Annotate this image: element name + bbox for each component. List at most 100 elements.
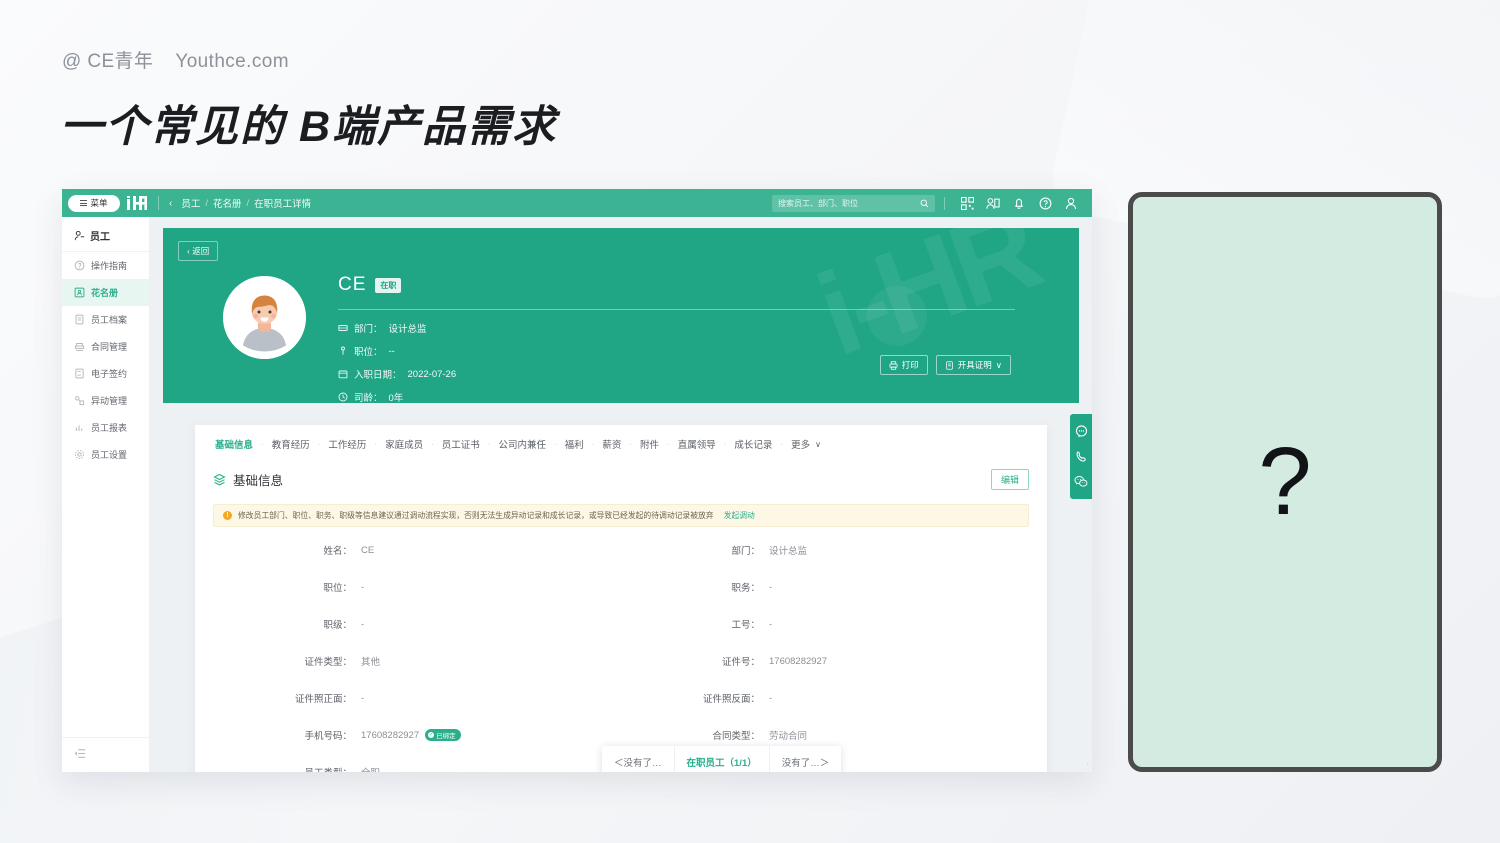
- field-label: 证件照正面：: [294, 694, 352, 705]
- breadcrumb-separator: /: [205, 197, 208, 209]
- sidebar-item-label: 合同管理: [91, 342, 128, 352]
- qrcode-icon[interactable]: [954, 196, 980, 210]
- site-url: Youthce.com: [175, 51, 289, 72]
- tab-基础信息[interactable]: 基础信息: [213, 437, 255, 451]
- pagination-prev[interactable]: ＜没有了…: [602, 746, 674, 772]
- detail-tabs: 基础信息 · 教育经历 · 工作经历 · 家庭成员 · 员工证书 · 公司内兼任…: [195, 425, 1047, 461]
- sidebar-item-label: 操作指南: [91, 261, 128, 271]
- calendar-icon: [338, 370, 348, 379]
- meta-value: 设计总监: [388, 324, 427, 335]
- tab-separator: ·: [431, 439, 434, 449]
- help-circle-icon[interactable]: [1032, 197, 1058, 210]
- sidebar-item-员工设置[interactable]: 员工设置: [62, 441, 149, 468]
- back-chevron-icon[interactable]: ‹: [169, 198, 172, 209]
- sidebar-item-员工档案[interactable]: 员工档案: [62, 306, 149, 333]
- initiate-transfer-link[interactable]: 发起调动: [724, 510, 755, 521]
- back-button[interactable]: ‹ 返回: [178, 241, 219, 261]
- phone-icon[interactable]: [1070, 444, 1092, 469]
- tab-公司内兼任[interactable]: 公司内兼任: [496, 437, 548, 451]
- tab-separator: ·: [553, 439, 557, 449]
- tab-薪资[interactable]: 薪资: [600, 437, 623, 451]
- pagination-next[interactable]: 没有了…＞: [770, 746, 842, 772]
- meta-label: 职位：: [354, 347, 383, 358]
- breadcrumb-item-2: 在职员工详情: [254, 199, 312, 210]
- status-badge: 在职: [375, 277, 402, 293]
- topbar-actions: 搜索员工、部门、职位: [772, 194, 1092, 212]
- gear-icon: [74, 449, 85, 460]
- help-circle-icon: [74, 260, 85, 271]
- scroll-indicator: ·: [1086, 760, 1089, 769]
- sidebar-item-合同管理[interactable]: 合同管理: [62, 333, 149, 360]
- breadcrumb-item-1[interactable]: 花名册: [213, 196, 242, 210]
- topbar-divider-2: [944, 196, 945, 210]
- field-label: 证件类型：: [304, 657, 352, 668]
- sidebar-item-员工报表[interactable]: 员工报表: [62, 414, 149, 441]
- tab-成长记录[interactable]: 成长记录: [732, 437, 774, 451]
- sidebar-item-花名册[interactable]: 花名册: [62, 279, 149, 306]
- field-value: -: [769, 692, 773, 704]
- sidebar-header: 员工: [62, 221, 149, 252]
- ihr-logo-icon: [127, 195, 147, 210]
- sidebar-collapse-button[interactable]: [62, 737, 149, 772]
- tab-工作经历[interactable]: 工作经历: [326, 437, 368, 451]
- tab-家庭成员[interactable]: 家庭成员: [383, 437, 425, 451]
- tab-福利[interactable]: 福利: [563, 437, 586, 451]
- tab-separator: ·: [487, 439, 491, 449]
- topbar-divider: [158, 196, 159, 210]
- issue-certificate-button[interactable]: 开具证明 ∨: [935, 355, 1011, 375]
- print-button[interactable]: 打印: [879, 355, 928, 375]
- menu-button-label: 菜单: [90, 198, 108, 208]
- tab-教育经历[interactable]: 教育经历: [270, 437, 312, 451]
- menu-button[interactable]: 菜单: [68, 194, 120, 212]
- avatar: [223, 276, 306, 359]
- bell-icon[interactable]: [1006, 197, 1032, 210]
- search-icon: [920, 199, 929, 207]
- sidebar-item-异动管理[interactable]: 异动管理: [62, 387, 149, 414]
- org-chart-icon[interactable]: [980, 197, 1006, 210]
- user-icon[interactable]: [1058, 197, 1084, 210]
- notice-text: 修改员工部门、职位、职务、职级等信息建议通过调动流程实现，否则无法生成异动记录和…: [238, 511, 714, 520]
- breadcrumb-item-0[interactable]: 员工: [181, 196, 200, 210]
- meta-value: 2022-07-26: [407, 368, 457, 380]
- tab-more-button[interactable]: 更多: [789, 437, 812, 451]
- meta-label: 入职日期：: [354, 370, 402, 381]
- tab-separator: ·: [317, 439, 321, 449]
- field-label: 工号：: [731, 620, 760, 631]
- field-label: 职级：: [323, 620, 352, 631]
- wechat-icon[interactable]: [1070, 469, 1092, 494]
- print-button-label: 打印: [901, 360, 919, 370]
- record-pagination: ＜没有了… 在职员工（1/1） 没有了…＞: [602, 746, 842, 772]
- meta-label: 部门：: [354, 324, 383, 335]
- chat-icon[interactable]: [1070, 419, 1092, 444]
- field-value: -: [361, 618, 365, 630]
- tab-附件[interactable]: 附件: [638, 437, 661, 451]
- collapse-menu-icon: [74, 749, 86, 758]
- tab-直属领导[interactable]: 直属领导: [676, 437, 718, 451]
- edit-button[interactable]: 编辑: [990, 469, 1029, 490]
- tab-员工证书[interactable]: 员工证书: [440, 437, 482, 451]
- section-title: 基础信息: [213, 470, 283, 489]
- sidebar-item-操作指南[interactable]: 操作指南: [62, 252, 149, 279]
- field-value: 全职: [361, 765, 380, 772]
- check-icon: ✓: [428, 732, 435, 738]
- field-row-employee-no: 工号： -: [621, 617, 1029, 632]
- author-handle: @ CE青年: [62, 51, 154, 72]
- chevron-down-icon: ∨: [995, 359, 1002, 370]
- meta-row-tenure: 司龄： 0年: [338, 390, 1057, 403]
- clock-icon: [338, 392, 348, 402]
- certificate-icon: [946, 360, 953, 370]
- field-row-job-title: 职务： -: [621, 580, 1029, 595]
- search-input[interactable]: 搜索员工、部门、职位: [772, 194, 935, 212]
- breadcrumb: 员工 / 花名册 / 在职员工详情: [181, 196, 312, 211]
- field-row-id-number: 证件号： 17608282927: [621, 654, 1029, 669]
- tab-separator: ·: [667, 439, 670, 449]
- bound-badge-label: 已绑定: [436, 733, 456, 740]
- employee-icon: [74, 230, 85, 241]
- field-row-id-type: 证件类型： 其他: [213, 654, 621, 668]
- field-label: 部门：: [731, 546, 760, 557]
- sidebar-item-label: 电子签约: [91, 369, 128, 379]
- sidebar-item-电子签约[interactable]: 电子签约: [62, 360, 149, 387]
- form-column-right: 部门： 设计总监 职务： - 工号： - 证件号： 17608282927 证件…: [621, 543, 1029, 772]
- detail-card: 基础信息 · 教育经历 · 工作经历 · 家庭成员 · 员工证书 · 公司内兼任…: [195, 425, 1047, 772]
- field-value: 劳动合同: [769, 731, 808, 742]
